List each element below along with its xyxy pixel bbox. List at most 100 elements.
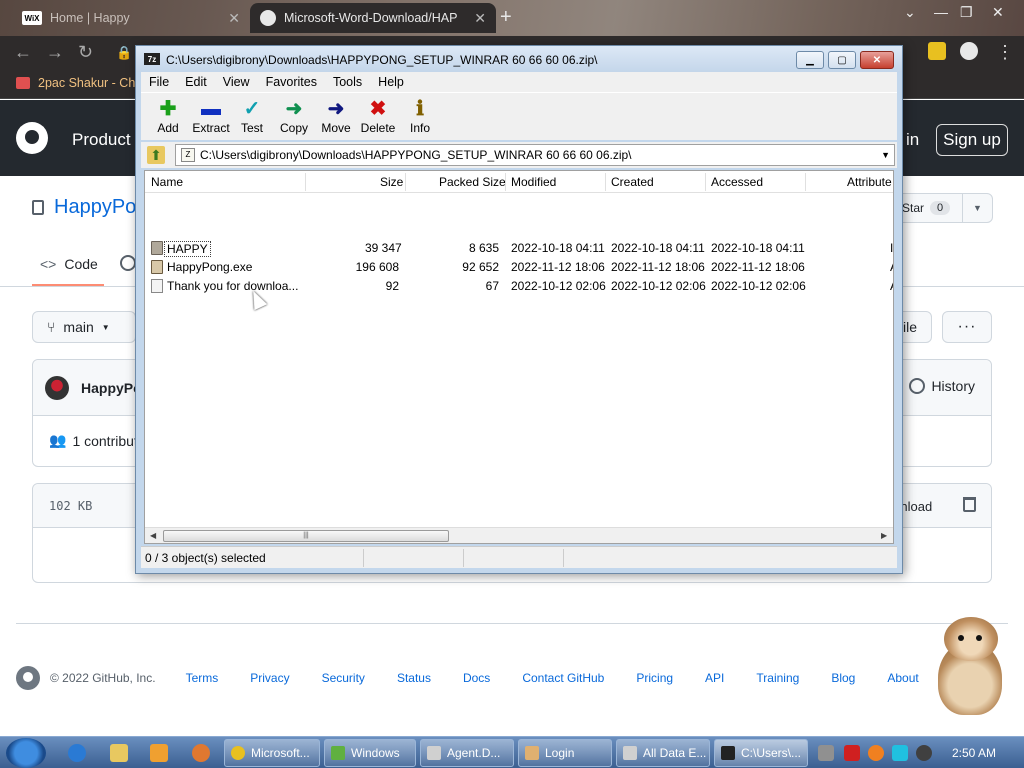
issues-icon[interactable] — [120, 255, 136, 271]
github-logo-icon[interactable] — [16, 122, 48, 154]
scroll-right-icon[interactable]: ▶ — [881, 531, 887, 540]
github-mark-icon[interactable] — [16, 666, 40, 690]
chevron-down-icon[interactable]: ▼ — [881, 150, 890, 160]
menu-tools[interactable]: Tools — [325, 75, 370, 89]
trash-icon[interactable] — [963, 497, 976, 512]
taskbar-item-chrome[interactable]: Microsoft... — [224, 739, 320, 767]
extension-icon[interactable] — [928, 42, 946, 60]
close-tab-icon[interactable]: ✕ — [474, 10, 486, 27]
column-name[interactable]: Name — [151, 175, 183, 189]
info-button[interactable]: ℹ Info — [399, 97, 441, 135]
footer-link-contact[interactable]: Contact GitHub — [522, 671, 604, 685]
menu-edit[interactable]: Edit — [177, 75, 215, 89]
taskbar-item-all-data[interactable]: All Data E... — [616, 739, 710, 767]
tab-home-happy[interactable]: WiX Home | Happy ✕ — [12, 3, 250, 33]
footer-link-security[interactable]: Security — [322, 671, 365, 685]
footer-link-training[interactable]: Training — [756, 671, 799, 685]
star-button[interactable]: Star 0 ▼ — [895, 193, 993, 223]
column-packed-size[interactable]: Packed Size — [439, 175, 506, 189]
column-modified[interactable]: Modified — [511, 175, 556, 189]
tab-microsoft-word-download[interactable]: Microsoft-Word-Download/HAP ✕ — [250, 3, 496, 33]
extract-button[interactable]: ▬ Extract — [186, 97, 236, 135]
footer-link-privacy[interactable]: Privacy — [250, 671, 289, 685]
delete-button[interactable]: ✖ Delete — [355, 97, 401, 135]
forward-icon[interactable]: → — [46, 42, 64, 63]
footer-link-about[interactable]: About — [887, 671, 918, 685]
more-options-button[interactable]: ··· — [942, 311, 992, 343]
repo-name-link[interactable]: HappyPo — [54, 196, 136, 219]
hamster-desktop-pet[interactable] — [930, 615, 1006, 719]
test-button[interactable]: ✓ Test — [231, 97, 273, 135]
browser-menu-icon[interactable]: ⋮ — [996, 42, 1014, 63]
app-launcher-icon[interactable] — [192, 744, 210, 762]
address-input[interactable]: Z C:\Users\digibrony\Downloads\HAPPYPONG… — [175, 144, 895, 166]
restore-icon[interactable]: ❐ — [960, 4, 973, 21]
branch-select-button[interactable]: ⑂ main ▼ — [32, 311, 136, 343]
column-separator[interactable] — [405, 173, 406, 191]
file-row-happy[interactable]: HAPPY 39 347 8 635 2022-10-18 04:11 2022… — [145, 239, 893, 258]
close-button[interactable]: ✕ — [860, 51, 894, 69]
footer-link-api[interactable]: API — [705, 671, 724, 685]
internet-explorer-icon[interactable] — [68, 744, 86, 762]
copy-button[interactable]: ➜ Copy — [273, 97, 315, 135]
sign-up-button[interactable]: Sign up — [936, 124, 1008, 156]
column-separator[interactable] — [605, 173, 606, 191]
scroll-left-icon[interactable]: ◀ — [150, 531, 156, 540]
history-link[interactable]: History — [909, 378, 975, 394]
sign-in-link[interactable]: in — [906, 130, 919, 150]
taskbar-item-agent[interactable]: Agent.D... — [420, 739, 514, 767]
column-created[interactable]: Created — [611, 175, 654, 189]
horizontal-scrollbar[interactable]: ◀ ||| ▶ — [145, 527, 893, 543]
reload-icon[interactable]: ↻ — [78, 42, 93, 63]
minimize-button[interactable]: ▁ — [796, 51, 824, 69]
column-size[interactable]: Size — [380, 175, 403, 189]
back-icon[interactable]: ← — [14, 42, 32, 63]
sevenzip-titlebar[interactable]: 7z C:\Users\digibrony\Downloads\HAPPYPON… — [136, 46, 902, 72]
close-window-icon[interactable]: ✕ — [992, 4, 1004, 21]
product-menu[interactable]: Product — [72, 130, 131, 150]
menu-view[interactable]: View — [215, 75, 258, 89]
footer-link-terms[interactable]: Terms — [186, 671, 219, 685]
column-separator[interactable] — [505, 173, 506, 191]
taskbar-item-windows[interactable]: Windows — [324, 739, 416, 767]
tray-antivirus-icon[interactable] — [844, 745, 860, 761]
column-separator[interactable] — [705, 173, 706, 191]
column-accessed[interactable]: Accessed — [711, 175, 763, 189]
footer-link-pricing[interactable]: Pricing — [636, 671, 673, 685]
commit-author[interactable]: HappyPo — [81, 380, 142, 396]
footer-link-blog[interactable]: Blog — [831, 671, 855, 685]
minimize-icon[interactable]: — — [934, 4, 948, 20]
move-button[interactable]: ➜ Move — [315, 97, 357, 135]
column-separator[interactable] — [305, 173, 306, 191]
taskbar-clock[interactable]: 2:50 AM — [952, 746, 996, 760]
avatar[interactable] — [45, 376, 69, 400]
new-tab-icon[interactable]: + — [500, 6, 512, 29]
file-row-happypong-exe[interactable]: HappyPong.exe 196 608 92 652 2022-11-12 … — [145, 258, 893, 277]
chevron-down-icon[interactable]: ▼ — [962, 194, 992, 222]
taskbar-item-login[interactable]: Login — [518, 739, 612, 767]
file-explorer-icon[interactable] — [110, 744, 128, 762]
tray-app-icon[interactable] — [818, 745, 834, 761]
column-attributes[interactable]: Attribute — [847, 175, 892, 189]
tray-monitor-icon[interactable] — [892, 745, 908, 761]
close-tab-icon[interactable]: ✕ — [228, 10, 240, 27]
profile-avatar-icon[interactable] — [960, 42, 978, 60]
contributors-link[interactable]: 👥 1 contribut — [49, 432, 138, 449]
maximize-button[interactable]: ▢ — [828, 51, 856, 69]
menu-file[interactable]: File — [141, 75, 177, 89]
bookmark-2pac[interactable]: 2pac Shakur - Chro — [16, 76, 146, 90]
add-button[interactable]: ✚ Add — [147, 97, 189, 135]
taskbar-item-sevenzip[interactable]: C:\Users\... — [714, 739, 808, 767]
tray-obs-icon[interactable] — [916, 745, 932, 761]
tray-search-icon[interactable] — [868, 745, 884, 761]
menu-favorites[interactable]: Favorites — [258, 75, 325, 89]
media-player-icon[interactable] — [150, 744, 168, 762]
footer-link-docs[interactable]: Docs — [463, 671, 490, 685]
up-folder-icon[interactable]: ⬆ — [147, 146, 165, 164]
chevron-down-icon[interactable]: ⌄ — [904, 4, 916, 21]
tab-code[interactable]: <> Code — [32, 244, 104, 286]
scrollbar-thumb[interactable]: ||| — [163, 530, 449, 542]
start-button[interactable] — [6, 738, 46, 768]
column-separator[interactable] — [805, 173, 806, 191]
menu-help[interactable]: Help — [370, 75, 412, 89]
